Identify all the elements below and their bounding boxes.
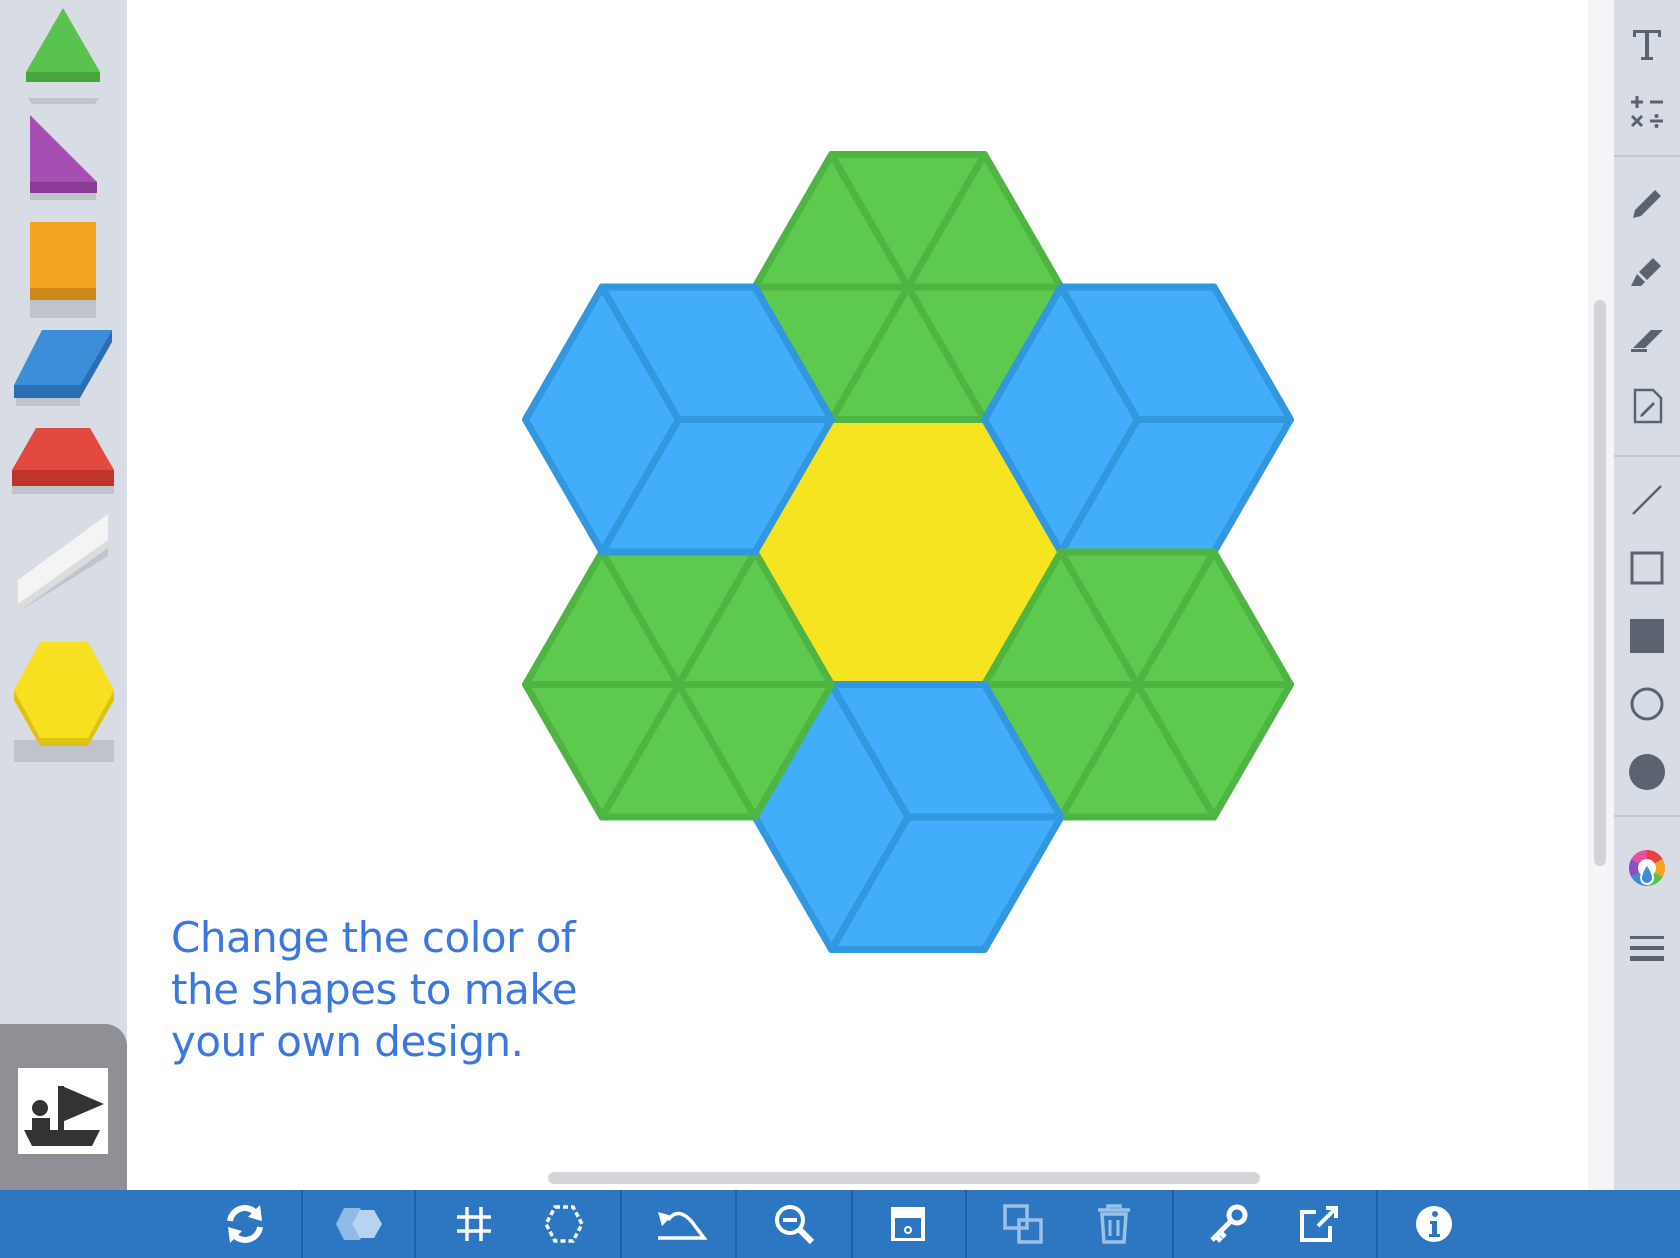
zoom-out-button[interactable] — [764, 1194, 824, 1254]
palette-green-triangle[interactable] — [26, 8, 100, 104]
undo-icon — [658, 1211, 708, 1240]
line-weight-button[interactable] — [1614, 918, 1680, 978]
zoom-out-icon — [775, 1205, 815, 1245]
vertical-scrollbar[interactable] — [1594, 300, 1606, 866]
rotate-button[interactable] — [215, 1194, 275, 1254]
color-wheel-icon — [1628, 850, 1666, 886]
sketch-mode-button[interactable] — [18, 1068, 108, 1154]
grid-icon — [457, 1207, 491, 1241]
instruction-line-2: the shapes to make — [171, 965, 578, 1014]
palette-purple-triangle[interactable] — [30, 115, 97, 200]
duplicate-button[interactable] — [993, 1194, 1053, 1254]
circle-outline-tool-button[interactable] — [1614, 674, 1680, 734]
rectangle-filled-icon — [1630, 619, 1664, 653]
toolbar-divider — [851, 1190, 853, 1258]
instruction-line-3: your own design. — [171, 1017, 524, 1066]
eraser-icon — [1631, 330, 1663, 352]
outline-shape-button[interactable] — [534, 1194, 594, 1254]
info-button[interactable] — [1404, 1194, 1464, 1254]
workspace-canvas[interactable]: Change the color of the shapes to make y… — [127, 0, 1590, 1166]
toolbar-divider — [301, 1190, 303, 1258]
color-picker-button[interactable] — [1614, 840, 1680, 900]
palette-red-trapezoid[interactable] — [12, 428, 114, 494]
combine-shapes-icon — [336, 1208, 382, 1240]
rectangle-outline-tool-button[interactable] — [1614, 538, 1680, 598]
pencil-tool-button[interactable] — [1614, 172, 1680, 232]
palette-orange-square[interactable] — [30, 222, 96, 318]
lock-button[interactable] — [1198, 1194, 1258, 1254]
horizontal-scrollbar[interactable] — [548, 1172, 1260, 1184]
circle-filled-icon — [1629, 754, 1665, 790]
sketch-tab — [0, 1024, 127, 1190]
share-icon — [1300, 1206, 1338, 1242]
key-icon — [1210, 1204, 1248, 1243]
pattern-shapes-app: Change the color of the shapes to make y… — [0, 0, 1680, 1258]
share-button[interactable] — [1288, 1194, 1348, 1254]
toolbar-divider — [620, 1190, 622, 1258]
duplicate-icon — [1003, 1204, 1043, 1244]
text-icon — [1633, 30, 1661, 60]
combine-shapes-button[interactable] — [330, 1194, 390, 1254]
highlighter-tool-button[interactable] — [1614, 240, 1680, 300]
note-tool-button[interactable] — [1614, 376, 1680, 436]
instruction-line-1: Change the color of — [171, 913, 576, 962]
tool-divider — [1614, 815, 1680, 817]
bottom-toolbar — [0, 1190, 1680, 1258]
toolbar-divider — [1376, 1190, 1378, 1258]
tool-divider — [1614, 455, 1680, 457]
instruction-text: Change the color of the shapes to make y… — [171, 912, 631, 1068]
delete-button[interactable] — [1084, 1194, 1144, 1254]
note-icon — [1633, 388, 1663, 424]
palette-blue-rhombus[interactable] — [14, 330, 112, 406]
rectangle-outline-icon — [1630, 551, 1664, 585]
toolbar-divider — [1172, 1190, 1174, 1258]
highlighter-icon — [1631, 258, 1661, 286]
text-tool-button[interactable] — [1614, 14, 1680, 74]
palette-yellow-hexagon[interactable] — [14, 642, 114, 762]
eraser-tool-button[interactable] — [1614, 308, 1680, 368]
toolbar-divider — [735, 1190, 737, 1258]
undo-button[interactable] — [650, 1194, 710, 1254]
circle-filled-tool-button[interactable] — [1614, 742, 1680, 802]
trash-icon — [1098, 1204, 1130, 1244]
pencil-icon — [1633, 190, 1661, 218]
line-icon — [1632, 485, 1662, 515]
shape-palette — [0, 0, 127, 1190]
tool-divider — [1614, 155, 1680, 157]
toolbar-divider — [965, 1190, 967, 1258]
screen-cover-icon — [891, 1207, 925, 1241]
info-icon — [1416, 1206, 1452, 1242]
line-weight-icon — [1630, 936, 1664, 961]
rectangle-filled-tool-button[interactable] — [1614, 606, 1680, 666]
screen-cover-button[interactable] — [878, 1194, 938, 1254]
math-operators-icon — [1630, 96, 1663, 128]
boat-flag-icon — [24, 1086, 104, 1146]
rotate-icon — [227, 1205, 263, 1243]
line-tool-button[interactable] — [1614, 470, 1680, 530]
grid-button[interactable] — [444, 1194, 504, 1254]
palette-white-rhombus[interactable] — [18, 514, 108, 612]
toolbar-divider — [414, 1190, 416, 1258]
circle-outline-icon — [1630, 687, 1664, 721]
math-tool-button[interactable] — [1614, 82, 1680, 142]
drawing-tools-panel — [1614, 0, 1680, 1190]
outline-shape-icon — [544, 1205, 584, 1243]
